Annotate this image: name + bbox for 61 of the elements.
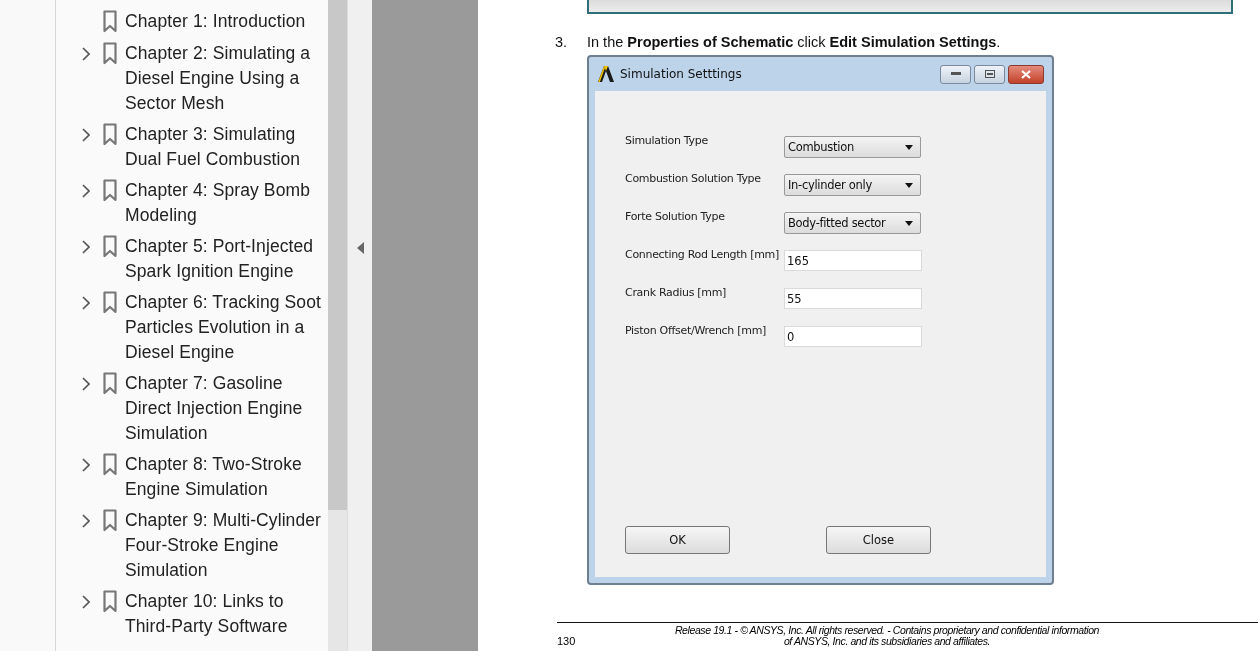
bookmark-icon: [103, 179, 117, 202]
caret-icon: [905, 220, 913, 226]
bookmark-icon: [103, 235, 117, 258]
field-label: Combustion Solution Type: [625, 172, 762, 185]
bookmark-item[interactable]: Chapter 5: Port-Injected Spark Ignition Engine: [125, 234, 325, 284]
close-icon: [1021, 69, 1031, 79]
dialog-title: Simulation Setttings: [620, 67, 743, 81]
bookmark-icon: [103, 372, 117, 395]
chevron-icon[interactable]: [82, 514, 90, 528]
chevron-icon[interactable]: [82, 595, 90, 609]
bookmark-item[interactable]: Chapter 3: Simulating Dual Fuel Combustion: [125, 122, 325, 172]
input-field[interactable]: 165: [784, 250, 922, 271]
chevron-icon[interactable]: [82, 47, 90, 61]
chevron-icon[interactable]: [82, 184, 90, 198]
page-number: 130: [557, 635, 577, 647]
step-number: 3.: [555, 34, 569, 50]
bookmark-icon: [103, 10, 117, 33]
field-label: Crank Radius [mm]: [625, 286, 728, 299]
chevron-icon[interactable]: [82, 240, 90, 254]
bookmark-item[interactable]: Chapter 4: Spray Bomb Modeling: [125, 178, 325, 228]
bookmark-icon: [103, 590, 117, 613]
scrollbar-thumb[interactable]: [328, 0, 347, 510]
bookmark-item[interactable]: Chapter 9: Multi-Cylinder Four-Stroke Engine Simulation: [125, 508, 325, 583]
bookmark-icon: [103, 42, 117, 65]
dropdown[interactable]: In-cylinder only: [784, 174, 921, 196]
dropdown[interactable]: Combustion: [784, 136, 921, 158]
chevron-icon[interactable]: [82, 377, 90, 391]
bookmark-item[interactable]: Chapter 8: Two-Stroke Engine Simulation: [125, 452, 325, 502]
bookmark-item[interactable]: Chapter 1: Introduction: [125, 9, 325, 34]
step-text: In the Properties of Schematic click Edit Simulation Settings.: [587, 34, 1001, 50]
caret-icon: [905, 144, 913, 150]
close-button[interactable]: Close: [826, 526, 931, 554]
field-label: Connecting Rod Length [mm]: [625, 248, 780, 261]
dropdown[interactable]: Body-fitted sector: [784, 212, 921, 234]
logo-icon: [597, 65, 615, 83]
chevron-icon[interactable]: [82, 458, 90, 472]
input-field[interactable]: 0: [784, 326, 922, 347]
maximize-icon: [984, 70, 995, 78]
minimize-icon: [950, 72, 961, 76]
copyright-notice: Release 19.1 - © ANSYS, Inc. All rights reserved. - Contains proprietary and confidential information: [673, 625, 1101, 636]
bookmark-item[interactable]: Chapter 7: Gasoline Direct Injection Engine Simulation: [125, 371, 325, 446]
caret-icon: [905, 182, 913, 188]
bookmark-icon: [103, 509, 117, 532]
minimize-button[interactable]: [940, 64, 971, 84]
collapse-arrow-icon[interactable]: [356, 242, 364, 254]
field-label: Piston Offset/Wrench [mm]: [625, 324, 768, 337]
maximize-button[interactable]: [974, 64, 1005, 84]
field-label: Simulation Type: [625, 134, 709, 147]
bookmark-icon: [103, 123, 117, 146]
input-field[interactable]: 55: [784, 288, 922, 309]
bookmark-item[interactable]: Chapter 6: Tracking Soot Particles Evolution in a Diesel Engine: [125, 290, 325, 365]
chevron-icon[interactable]: [82, 296, 90, 310]
bookmark-item[interactable]: Chapter 10: Links to Third-Party Software: [125, 589, 325, 639]
copyright-notice: of ANSYS, Inc. and its subsidiaries and affiliates.: [783, 636, 992, 647]
bookmark-icon: [103, 453, 117, 476]
bookmark-icon: [103, 291, 117, 314]
bookmark-item[interactable]: Chapter 2: Simulating a Diesel Engine Using a Sector Mesh: [125, 41, 325, 116]
ok-button[interactable]: OK: [625, 526, 730, 554]
field-label: Forte Solution Type: [625, 210, 726, 223]
close-button[interactable]: [1008, 64, 1044, 84]
chevron-icon[interactable]: [82, 128, 90, 142]
